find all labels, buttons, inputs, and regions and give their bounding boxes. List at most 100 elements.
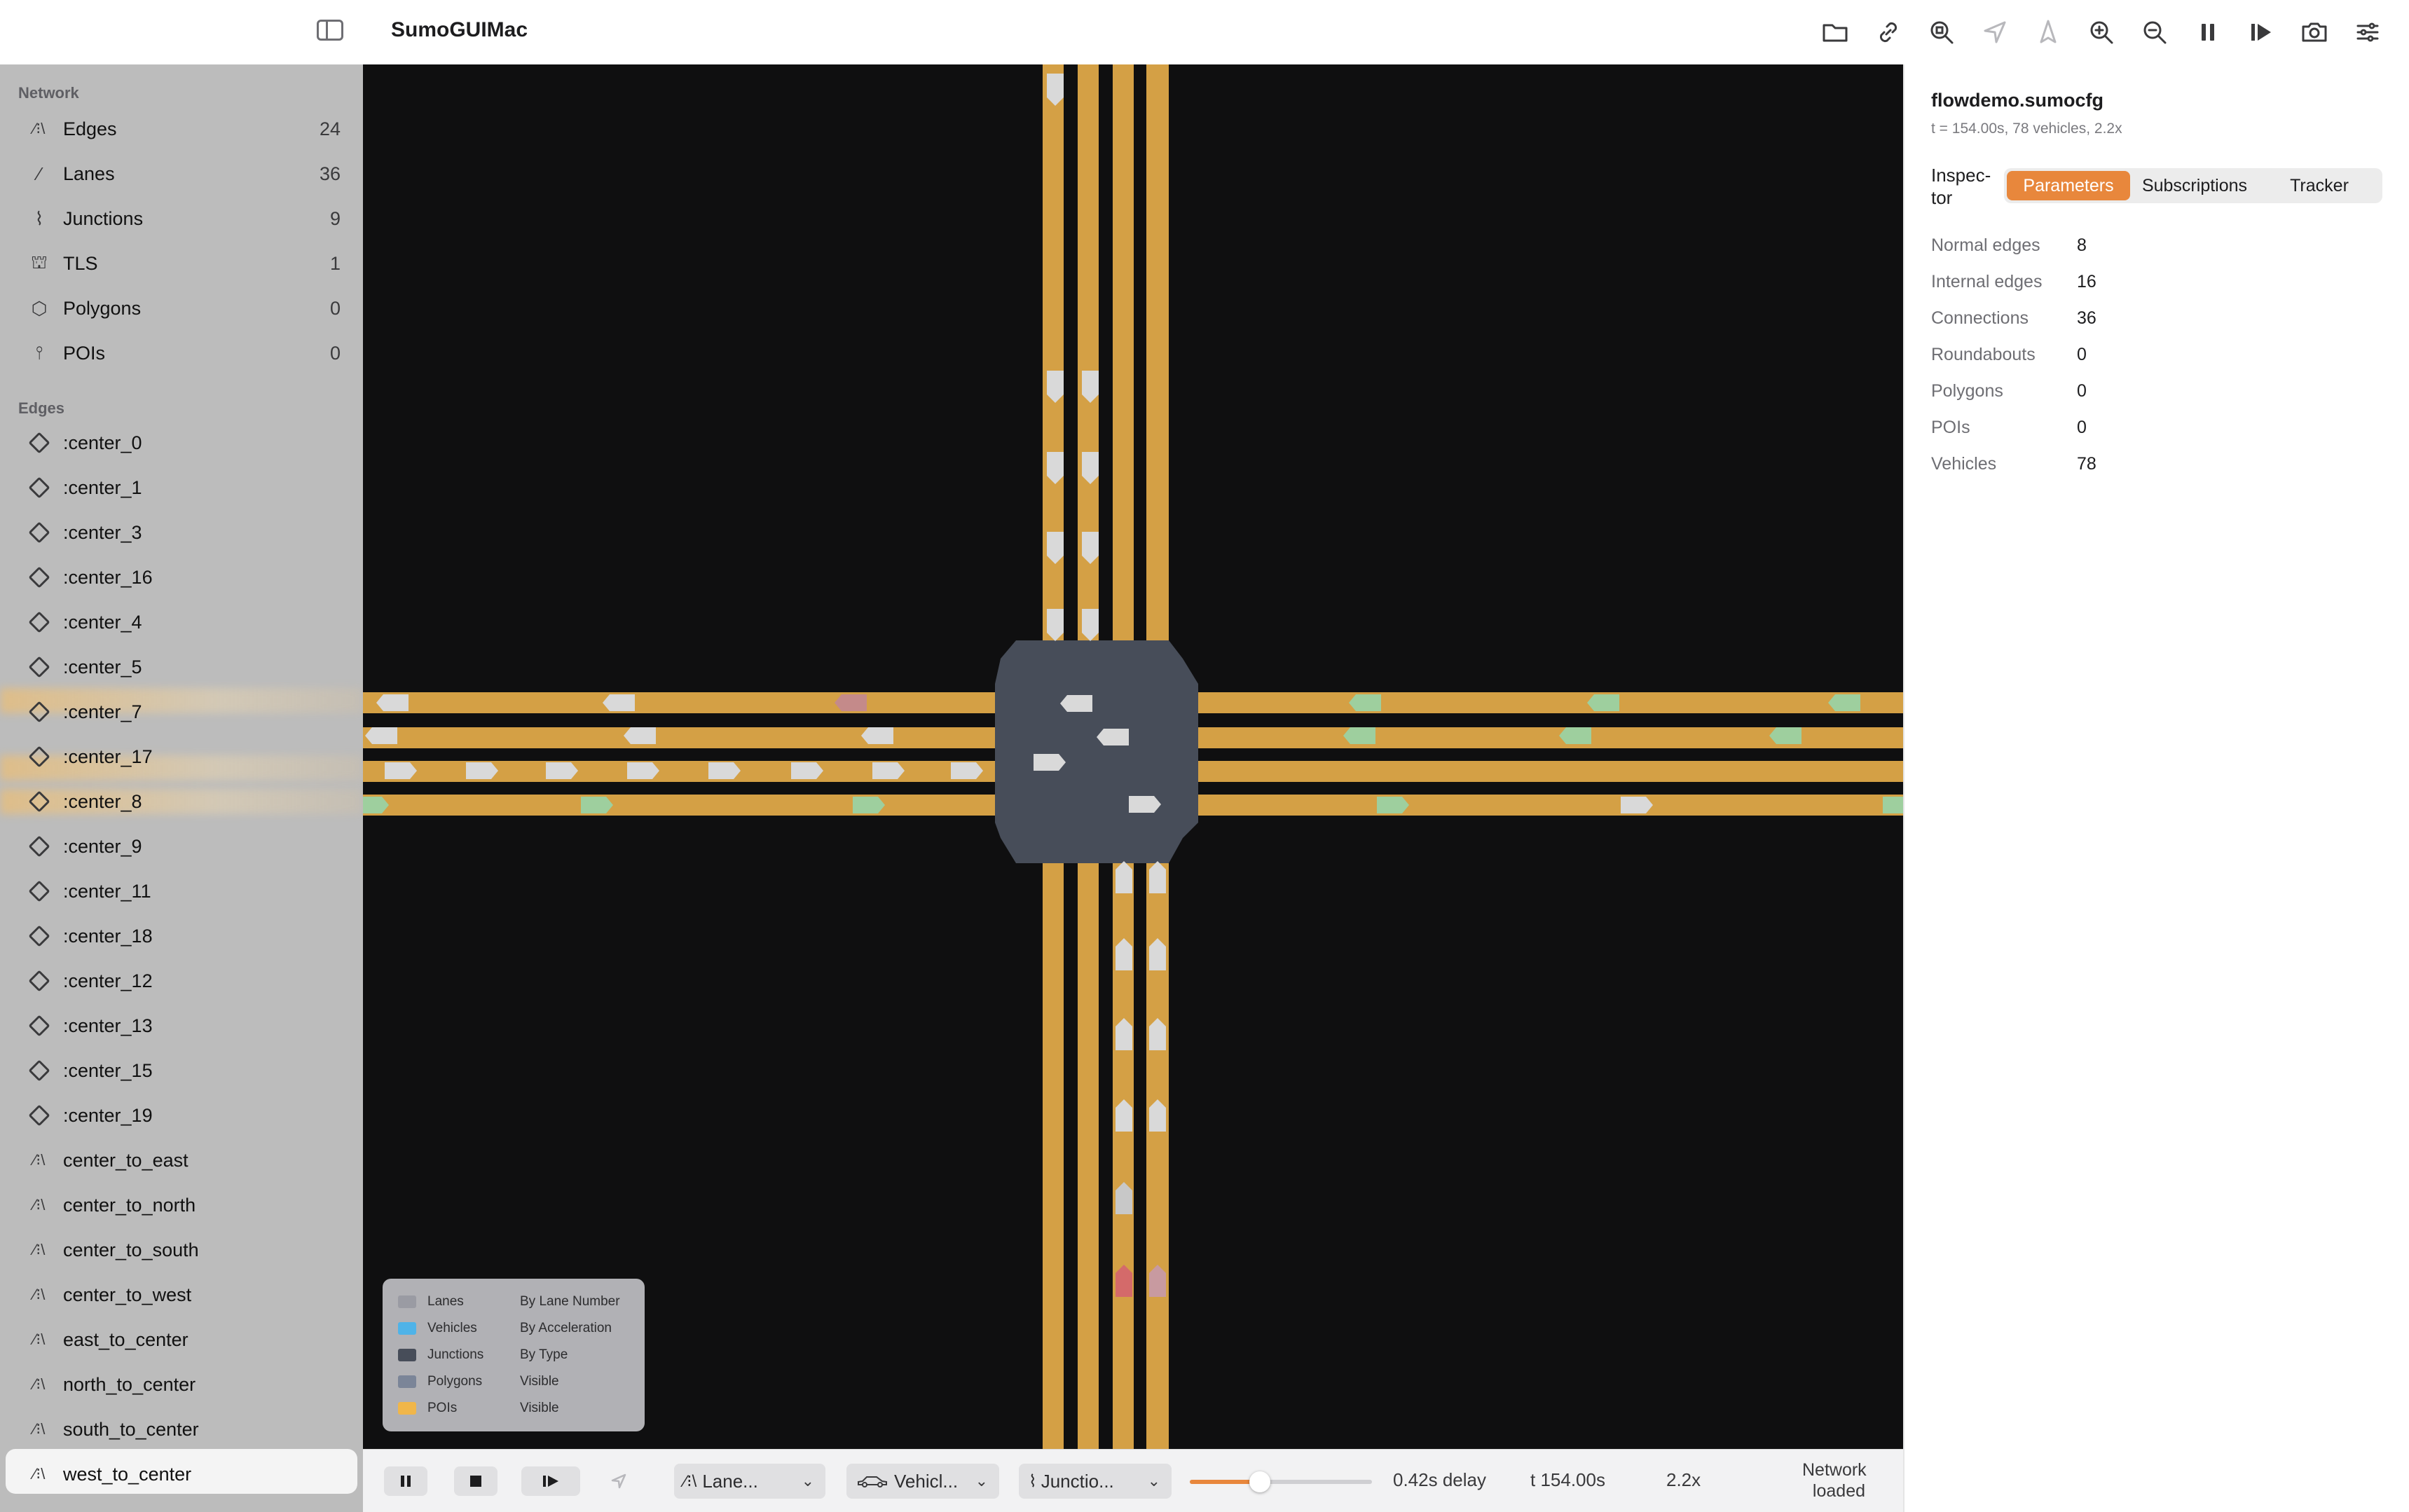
- stop-button[interactable]: [454, 1466, 497, 1496]
- legend-value: By Type: [520, 1347, 568, 1362]
- sidebar-item-edges[interactable]: ⁄⁝\ Edges 24: [0, 106, 363, 151]
- zoom-fit-icon[interactable]: [1915, 6, 1968, 59]
- step-button[interactable]: [521, 1466, 580, 1496]
- locate-icon: [611, 1473, 626, 1489]
- map-canvas[interactable]: [363, 64, 1903, 1449]
- lane-select-label: Lane...: [702, 1470, 758, 1492]
- parameter-value: 0: [2077, 381, 2087, 401]
- diamond-icon: [25, 1101, 53, 1129]
- edge-label: center_to_east: [63, 1149, 188, 1171]
- chevron-down-icon: ⌄: [801, 1472, 814, 1490]
- edge-list-item[interactable]: :center_7: [0, 689, 363, 734]
- edge-list-item[interactable]: :center_12: [0, 958, 363, 1003]
- parameter-value: 16: [2077, 272, 2096, 291]
- sidebar-item-pois[interactable]: ⫯ POIs 0: [0, 331, 363, 376]
- sidebar-item-label: Junctions: [63, 207, 144, 229]
- sidebar-item-lanes[interactable]: ⁄ Lanes 36: [0, 151, 363, 196]
- lane-color-select[interactable]: ⁄⁝\ Lane... ⌄: [674, 1464, 825, 1499]
- sidebar-item-polygons[interactable]: ⬡ Polygons 0: [0, 286, 363, 331]
- legend-value: Visible: [520, 1374, 559, 1389]
- hexagon-icon: ⬡: [31, 297, 48, 319]
- step-icon[interactable]: [2235, 6, 2288, 59]
- sidebar-item-count: 0: [329, 297, 341, 319]
- edge-list-item[interactable]: :center_4: [0, 600, 363, 645]
- sidebar-toggle-icon[interactable]: [317, 20, 343, 41]
- sidebar-item-tls[interactable]: ⛫ TLS 1: [0, 241, 363, 286]
- parameter-row: Normal edges 8: [1931, 235, 2352, 272]
- diamond-icon: [25, 474, 53, 502]
- edge-list-item[interactable]: :center_8: [0, 779, 363, 824]
- delay-slider-thumb[interactable]: [1249, 1471, 1271, 1492]
- edge-list-item[interactable]: :center_5: [0, 645, 363, 689]
- compass-icon[interactable]: [2022, 6, 2075, 59]
- edge-list-item[interactable]: :center_0: [0, 420, 363, 465]
- sidebar-item-label: Polygons: [63, 297, 142, 319]
- edge-label: :center_11: [63, 880, 151, 902]
- diamond-icon: [25, 877, 53, 905]
- road-icon: ⁄⁝\: [33, 1420, 46, 1438]
- sidebar-item-label: POIs: [63, 342, 106, 364]
- edge-list-item[interactable]: :center_3: [0, 510, 363, 555]
- edge-list-item[interactable]: :center_17: [0, 734, 363, 779]
- edge-list-item[interactable]: :center_19: [0, 1093, 363, 1138]
- zoom-out-icon[interactable]: [2128, 6, 2181, 59]
- zoom-in-icon[interactable]: [2075, 6, 2128, 59]
- edge-list-item[interactable]: ⁄⁝\ center_to_east: [0, 1138, 363, 1183]
- car-icon: [858, 1476, 887, 1487]
- sidebar-item-label: TLS: [63, 252, 98, 274]
- sidebar-item-count: 36: [319, 163, 341, 184]
- chevron-down-icon: ⌄: [975, 1472, 988, 1490]
- diamond-icon: [25, 698, 53, 726]
- junction-color-select[interactable]: ⌇ Junctio... ⌄: [1019, 1464, 1172, 1499]
- edge-label: :center_1: [63, 476, 142, 498]
- playback-bar: ⁄⁝\ Lane... ⌄ Vehicl... ⌄ ⌇ Junctio... ⌄…: [363, 1449, 1903, 1512]
- traffic-light-icon: ⛫: [31, 251, 48, 273]
- edge-label: :center_18: [63, 925, 153, 947]
- edge-list-item[interactable]: :center_11: [0, 869, 363, 914]
- parameter-key: POIs: [1931, 418, 1970, 437]
- legend-name: Junctions: [427, 1347, 484, 1362]
- edge-list-item[interactable]: ⁄⁝\ east_to_center: [0, 1317, 363, 1362]
- edge-list-item[interactable]: :center_16: [0, 555, 363, 600]
- edge-list-item[interactable]: ⁄⁝\ west_to_center: [0, 1452, 363, 1497]
- tab-tracker[interactable]: Tracker: [2259, 171, 2380, 200]
- edge-list-item[interactable]: :center_13: [0, 1003, 363, 1048]
- diamond-icon: [25, 1012, 53, 1040]
- edge-list-item[interactable]: ⁄⁝\ south_to_center: [0, 1407, 363, 1452]
- legend-value: By Acceleration: [520, 1321, 612, 1335]
- edge-list-item[interactable]: ⁄⁝\ north_to_center: [0, 1362, 363, 1407]
- locate-button[interactable]: [597, 1466, 640, 1496]
- pin-icon: ⫯: [35, 342, 43, 363]
- edge-list-item[interactable]: :center_15: [0, 1048, 363, 1093]
- edge-list-item[interactable]: :center_9: [0, 824, 363, 869]
- parameter-row: Polygons 0: [1931, 381, 2352, 418]
- link-icon[interactable]: [1862, 6, 1915, 59]
- stop-icon: [470, 1476, 481, 1487]
- edge-label: :center_0: [63, 432, 142, 453]
- locate-icon[interactable]: [1968, 6, 2022, 59]
- legend: Lanes By Lane Number Vehicles By Accelerati…: [383, 1279, 645, 1431]
- vehicle-select-label: Vehicl...: [894, 1470, 959, 1492]
- step-icon: [543, 1476, 558, 1487]
- network-section-title: Network: [18, 84, 79, 102]
- parameter-value: 78: [2077, 454, 2096, 474]
- sidebar-item-junctions[interactable]: ⌇ Junctions 9: [0, 196, 363, 241]
- toolbar-icons: [1809, 6, 2394, 59]
- edge-list-item[interactable]: ⁄⁝\ center_to_north: [0, 1183, 363, 1228]
- edge-list-item[interactable]: ⁄⁝\ center_to_south: [0, 1228, 363, 1272]
- edge-list-item[interactable]: :center_1: [0, 465, 363, 510]
- edge-list-item[interactable]: :center_18: [0, 914, 363, 958]
- pause-button[interactable]: [384, 1466, 427, 1496]
- pause-icon[interactable]: [2181, 6, 2235, 59]
- vehicle-color-select[interactable]: Vehicl... ⌄: [846, 1464, 999, 1499]
- sidebar: Network ⁄⁝\ Edges 24 ⁄ Lanes 36 ⌇ Junctions 9 ⛫ TL…: [0, 0, 363, 1512]
- camera-icon[interactable]: [2288, 6, 2341, 59]
- parameter-row: Roundabouts 0: [1931, 345, 2352, 381]
- edge-list-item[interactable]: ⁄⁝\ center_to_west: [0, 1272, 363, 1317]
- sliders-icon[interactable]: [2341, 6, 2394, 59]
- folder-icon[interactable]: [1809, 6, 1862, 59]
- network-map[interactable]: Lanes By Lane Number Vehicles By Accelerati…: [363, 64, 1903, 1449]
- tab-parameters[interactable]: Parameters: [2007, 171, 2130, 200]
- tab-subscriptions[interactable]: Subscriptions: [2133, 171, 2256, 200]
- delay-slider[interactable]: [1190, 1471, 1372, 1492]
